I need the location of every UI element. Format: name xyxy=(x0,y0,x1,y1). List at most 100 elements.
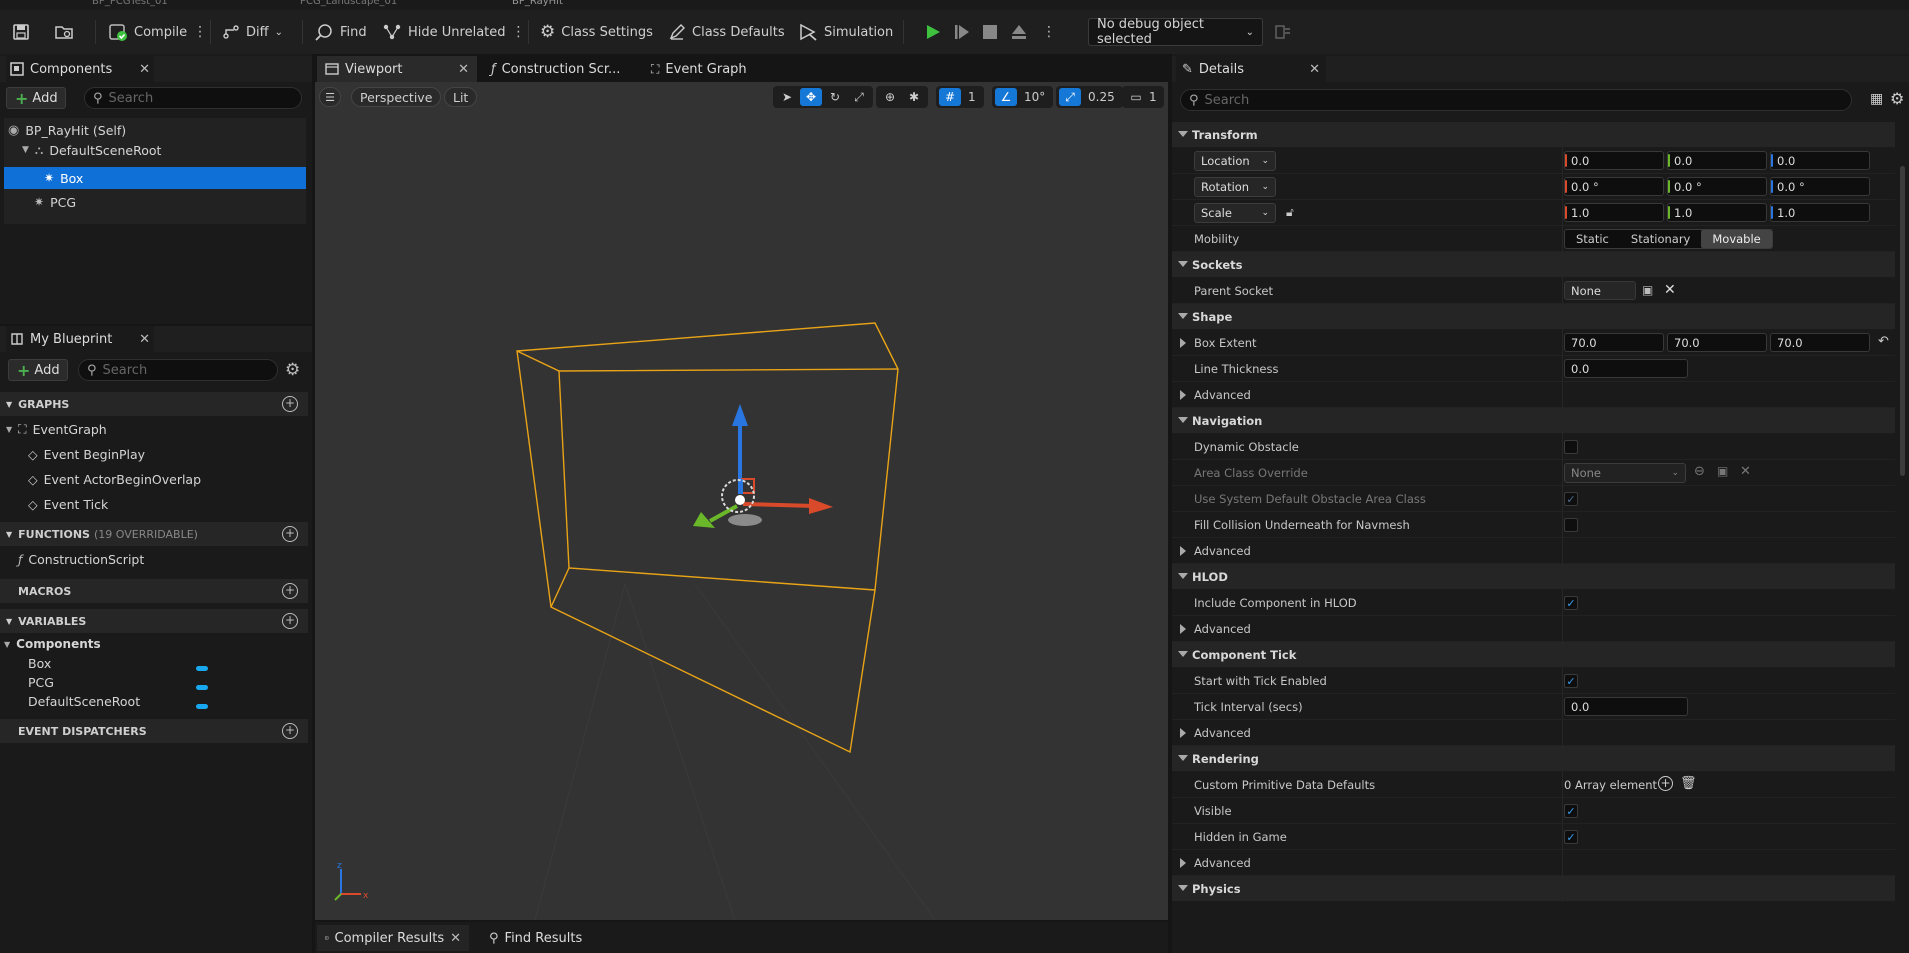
eject-button[interactable] xyxy=(1010,10,1028,54)
variable-item[interactable]: Box xyxy=(28,654,51,672)
surface-snap-icon[interactable]: ✱ xyxy=(903,88,925,106)
section-rendering[interactable]: Rendering xyxy=(1172,746,1895,772)
close-icon[interactable]: ✕ xyxy=(458,62,469,77)
mobility-option-stationary[interactable]: Stationary xyxy=(1620,230,1701,248)
details-search-input[interactable]: ⚲ Search xyxy=(1180,89,1852,111)
angle-snap-icon[interactable]: ∠ xyxy=(995,88,1017,106)
close-icon[interactable]: ✕ xyxy=(139,332,150,347)
compile-options-icon[interactable]: ⋮ xyxy=(193,24,207,40)
event-item[interactable]: ◇ Event BeginPlay xyxy=(28,443,145,465)
event-item[interactable]: ◇ Event Tick xyxy=(28,493,108,515)
tab-event-graph[interactable]: ⛶ Event Graph xyxy=(643,56,755,82)
add-component-button[interactable]: + Add xyxy=(6,87,66,109)
perspective-button[interactable]: Perspective xyxy=(351,87,442,107)
box-extent-y-input[interactable]: 70.0 xyxy=(1667,333,1767,352)
location-y-input[interactable]: 0.0 xyxy=(1667,151,1767,170)
hidden-in-game-checkbox[interactable]: ✓ xyxy=(1564,830,1578,844)
browse-button[interactable] xyxy=(54,10,74,54)
location-z-input[interactable]: 0.0 xyxy=(1770,151,1870,170)
parent-socket-field[interactable]: None xyxy=(1564,281,1636,300)
function-item-constructionscript[interactable]: ƒ ConstructionScript xyxy=(18,548,144,570)
section-event-dispatchers[interactable]: EVENT DISPATCHERS + xyxy=(0,719,308,743)
hide-unrelated-button[interactable]: Hide Unrelated ⋮ xyxy=(382,10,526,54)
diff-button[interactable]: Diff ⌄ xyxy=(222,10,283,54)
step-button[interactable] xyxy=(953,10,971,54)
save-button[interactable] xyxy=(12,10,30,54)
rotation-x-input[interactable]: 0.0 ° xyxy=(1564,177,1664,196)
rotation-y-input[interactable]: 0.0 ° xyxy=(1667,177,1767,196)
tab-find-results[interactable]: ⚲ Find Results xyxy=(481,925,590,951)
tree-item-pcg[interactable]: ✷ PCG xyxy=(34,191,76,213)
debug-filter-button[interactable] xyxy=(1274,10,1292,54)
fill-collision-checkbox[interactable] xyxy=(1564,518,1578,532)
scale-y-input[interactable]: 1.0 xyxy=(1667,203,1767,222)
variable-item[interactable]: DefaultSceneRoot xyxy=(28,692,140,710)
scale-x-input[interactable]: 1.0 xyxy=(1564,203,1664,222)
section-variables[interactable]: ▼ VARIABLES + xyxy=(0,609,308,633)
tab-details[interactable]: ✎ Details ✕ xyxy=(1176,56,1326,82)
tree-item-self[interactable]: ◉ BP_RayHit (Self) xyxy=(8,119,126,141)
camera-speed-control[interactable]: ▭ 1 xyxy=(1122,86,1164,108)
rotate-tool-icon[interactable]: ↻ xyxy=(824,88,846,106)
close-icon[interactable]: ✕ xyxy=(1309,62,1320,77)
section-component-tick[interactable]: Component Tick xyxy=(1172,642,1895,668)
box-extent-x-input[interactable]: 70.0 xyxy=(1564,333,1664,352)
find-button[interactable]: Find xyxy=(314,10,367,54)
area-class-dropdown[interactable]: None ⌄ xyxy=(1564,463,1686,483)
add-macro-icon[interactable]: + xyxy=(282,583,298,599)
asset-tab-active[interactable]: BP_RayHit xyxy=(512,0,563,10)
close-icon[interactable]: ✕ xyxy=(450,931,461,946)
tree-item-defaultsceneroot[interactable]: ▼ ⛬ DefaultSceneRoot xyxy=(22,139,161,161)
section-transform[interactable]: Transform xyxy=(1172,122,1895,148)
tab-components[interactable]: Components ✕ xyxy=(6,56,154,82)
expand-arrow-icon[interactable] xyxy=(1180,338,1186,348)
scale-snap-icon[interactable]: ⤢ xyxy=(1059,88,1081,106)
start-tick-checkbox[interactable]: ✓ xyxy=(1564,674,1578,688)
tree-item-box[interactable]: ✷ Box xyxy=(44,167,83,189)
box-extent-z-input[interactable]: 70.0 xyxy=(1770,333,1870,352)
mobility-selector[interactable]: Static Stationary Movable xyxy=(1564,229,1773,249)
variable-item[interactable]: PCG xyxy=(28,673,54,691)
components-search-input[interactable]: ⚲ Search xyxy=(84,87,302,109)
lock-icon[interactable]: 🔓︎ xyxy=(1286,205,1294,220)
line-thickness-input[interactable]: 0.0 xyxy=(1564,359,1688,378)
advanced-row[interactable]: Advanced xyxy=(1172,616,1895,642)
tab-construction-script[interactable]: ƒ Construction Scr... xyxy=(483,56,628,82)
trash-icon[interactable]: 🗑︎ xyxy=(1680,776,1697,791)
table-view-icon[interactable]: ▦ xyxy=(1870,91,1883,107)
simulation-button[interactable]: Simulation xyxy=(798,10,893,54)
grid-snap-icon[interactable]: # xyxy=(939,88,961,106)
section-physics[interactable]: Physics xyxy=(1172,876,1895,902)
stop-button[interactable] xyxy=(982,10,998,54)
compile-button[interactable]: Compile ⋮ xyxy=(108,10,207,54)
asset-tab[interactable]: PCG_Landscape_01 xyxy=(300,0,397,10)
details-scrollbar[interactable] xyxy=(1900,166,1905,476)
translate-tool-icon[interactable]: ✥ xyxy=(800,88,822,106)
use-selected-icon[interactable]: ⊖ xyxy=(1694,464,1705,479)
scale-z-input[interactable]: 1.0 xyxy=(1770,203,1870,222)
add-element-icon[interactable]: + xyxy=(1658,776,1673,791)
tab-viewport[interactable]: Viewport ✕ xyxy=(317,56,477,82)
translate-gizmo[interactable] xyxy=(693,404,833,528)
variable-group-components[interactable]: ▼ Components xyxy=(4,635,101,653)
add-variable-icon[interactable]: + xyxy=(282,613,298,629)
graph-item-eventgraph[interactable]: ▼ ⛶ EventGraph xyxy=(6,418,107,440)
add-blueprint-item-button[interactable]: + Add xyxy=(8,359,68,381)
scale-snap-control[interactable]: ⤢ 0.25 xyxy=(1056,86,1123,108)
add-graph-icon[interactable]: + xyxy=(282,396,298,412)
location-x-input[interactable]: 0.0 xyxy=(1564,151,1664,170)
asset-tab[interactable]: BP_PCGTest_01 xyxy=(92,0,168,10)
use-system-default-checkbox[interactable]: ✓ xyxy=(1564,492,1578,506)
class-settings-button[interactable]: ⚙ Class Settings xyxy=(540,10,653,54)
section-functions[interactable]: ▼ FUNCTIONS (19 OVERRIDABLE) + xyxy=(0,522,308,546)
advanced-row[interactable]: Advanced xyxy=(1172,850,1895,876)
advanced-row[interactable]: Advanced xyxy=(1172,720,1895,746)
mobility-option-movable[interactable]: Movable xyxy=(1701,230,1772,248)
clear-icon[interactable]: ✕ xyxy=(1740,464,1751,479)
hide-unrelated-options-icon[interactable]: ⋮ xyxy=(512,24,526,40)
select-cursor-icon[interactable]: ➤ xyxy=(776,88,798,106)
view-mode-button[interactable]: Lit xyxy=(444,87,478,107)
tab-compiler-results[interactable]: Compiler Results ✕ xyxy=(317,925,469,951)
play-button[interactable] xyxy=(924,10,942,54)
rotation-dropdown[interactable]: Rotation ⌄ xyxy=(1194,177,1276,197)
